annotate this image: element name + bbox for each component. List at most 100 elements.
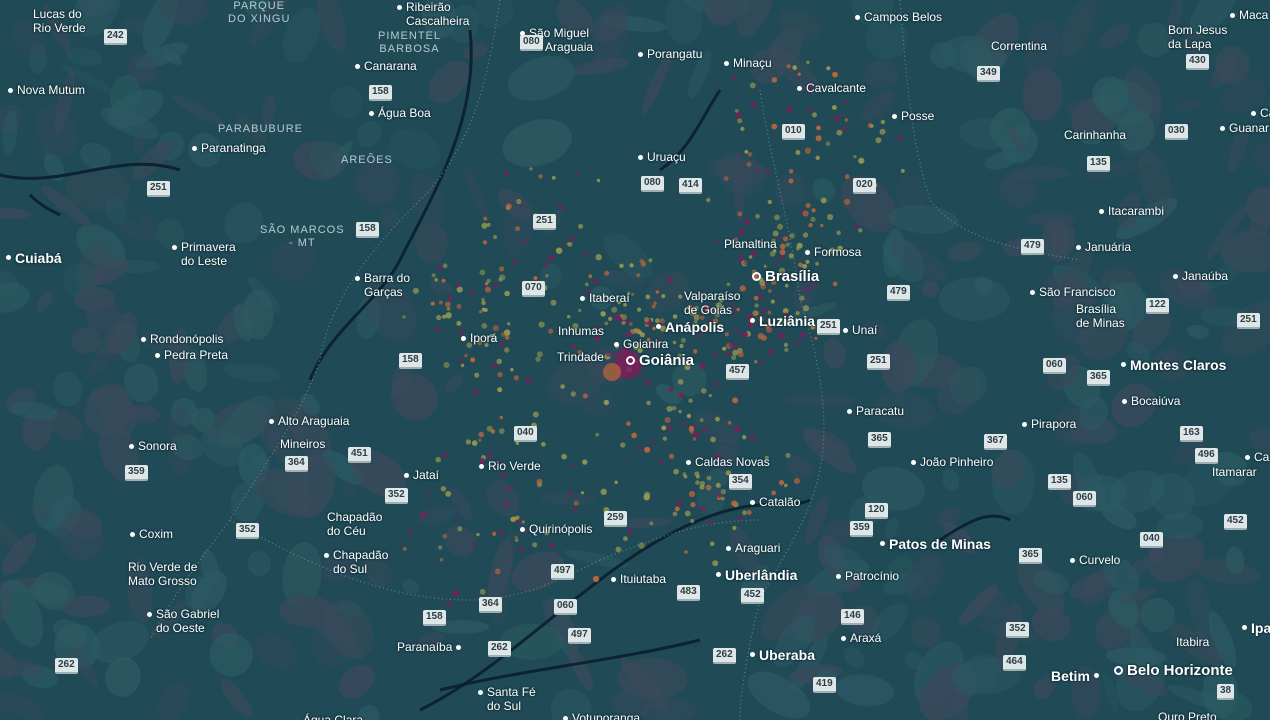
city-label[interactable]: Santa Fé do Sul — [478, 685, 536, 713]
road-shield: 38 — [1217, 684, 1235, 700]
city-label[interactable]: Betim — [1051, 668, 1099, 684]
city-label[interactable]: Campos Belos — [855, 10, 942, 24]
city-label[interactable]: Itabira — [1176, 635, 1209, 649]
city-label[interactable]: Itamarar — [1212, 465, 1257, 479]
city-label[interactable]: Trindade — [557, 350, 604, 364]
city-label[interactable]: Porangatu — [638, 47, 702, 61]
road-shield: 259 — [604, 511, 627, 527]
city-label[interactable]: Ituiutaba — [611, 572, 666, 586]
heatmap-point — [440, 486, 447, 492]
city-label[interactable]: Rondonópolis — [141, 332, 223, 346]
city-label[interactable]: Maca — [1230, 8, 1268, 22]
city-label[interactable]: Votuporanga — [563, 711, 640, 720]
city-label[interactable]: Goiânia — [626, 352, 694, 369]
heatmap-point — [807, 108, 812, 113]
city-marker-icon — [479, 464, 484, 469]
heatmap-point — [672, 511, 678, 517]
heatmap-point — [771, 77, 778, 83]
city-label[interactable]: Araxá — [841, 631, 881, 645]
city-label[interactable]: Itaberaí — [580, 291, 630, 305]
heatmap-point — [426, 494, 431, 498]
city-label[interactable]: Araguari — [726, 541, 780, 555]
city-label[interactable]: Coxim — [130, 527, 173, 541]
city-label[interactable]: Nova Mutum — [8, 83, 85, 97]
city-label[interactable]: Carinhanha — [1064, 128, 1126, 142]
map-canvas[interactable]: Lucas do Rio Verde Ribeirão Cascalheira Sã… — [0, 0, 1270, 720]
heatmap-point — [727, 420, 732, 425]
city-label[interactable]: Bocaiúva — [1122, 394, 1180, 408]
city-label[interactable]: Unaí — [843, 323, 877, 337]
city-label[interactable]: Cuiabá — [6, 250, 62, 266]
city-label[interactable]: Bom Jesus da Lapa — [1168, 23, 1227, 51]
city-label[interactable]: Correntina — [991, 39, 1047, 53]
city-label[interactable]: Ouro Preto — [1158, 710, 1217, 720]
city-label[interactable]: Planaltina — [724, 237, 777, 251]
city-label[interactable]: Pirapora — [1022, 417, 1076, 431]
city-label[interactable]: Brasília de Minas — [1076, 302, 1125, 330]
city-label[interactable]: Mineiros — [280, 437, 325, 451]
city-label[interactable]: Caldas Novas — [686, 455, 770, 469]
city-label[interactable]: Cavalcante — [797, 81, 866, 95]
heatmap-point — [600, 311, 606, 317]
city-label[interactable]: Ribeirão Cascalheira — [397, 0, 469, 28]
city-label[interactable]: Montes Claros — [1121, 357, 1226, 373]
city-label[interactable]: Valparaíso de Goiás — [684, 289, 740, 317]
city-label[interactable]: Janaúba — [1173, 269, 1228, 283]
heatmap-hotspot — [603, 363, 621, 381]
city-label[interactable]: Paranaíba — [397, 640, 462, 654]
city-label[interactable]: Anápolis — [656, 319, 724, 335]
city-label[interactable]: Água Clara — [303, 713, 363, 720]
city-label[interactable]: Uberaba — [750, 647, 815, 663]
city-label[interactable]: Catalão — [750, 495, 800, 509]
city-label[interactable]: Quirinópolis — [520, 522, 592, 536]
city-marker-icon — [686, 460, 691, 465]
city-name: Patos de Minas — [889, 536, 991, 552]
city-label[interactable]: Ca — [1245, 450, 1269, 464]
city-label[interactable]: Ca — [1251, 106, 1270, 120]
heatmap-point — [666, 405, 673, 412]
city-label[interactable]: Jataí — [404, 468, 439, 482]
city-name: Uberaba — [759, 647, 816, 663]
city-label[interactable]: Chapadão do Céu — [327, 510, 382, 538]
city-label[interactable]: Alto Araguaia — [269, 414, 349, 428]
city-label[interactable]: Sonora — [129, 439, 177, 453]
city-marker-icon — [892, 114, 897, 119]
heatmap-point — [784, 347, 789, 352]
city-label[interactable]: Rio Verde — [479, 459, 541, 473]
city-label[interactable]: Itacarambi — [1099, 204, 1164, 218]
heatmap-point — [744, 219, 750, 226]
city-label[interactable]: São Gabriel do Oeste — [147, 607, 219, 635]
city-label[interactable]: Januária — [1076, 240, 1131, 254]
city-label[interactable]: Posse — [892, 109, 934, 123]
city-label[interactable]: Curvelo — [1070, 553, 1120, 567]
city-label[interactable]: Guanar — [1220, 121, 1269, 135]
city-label[interactable]: Iporá — [461, 331, 497, 345]
city-label[interactable]: Brasília — [752, 268, 819, 285]
city-label[interactable]: Rio Verde de Mato Grosso — [128, 560, 197, 588]
city-label[interactable]: São Francisco — [1030, 285, 1116, 299]
city-label[interactable]: Barra do Garças — [355, 271, 410, 299]
heatmap-point — [678, 409, 682, 414]
city-label[interactable]: Chapadão do Sul — [324, 548, 388, 576]
city-label[interactable]: Lucas do Rio Verde — [33, 7, 86, 35]
city-label[interactable]: João Pinheiro — [911, 455, 993, 469]
city-label[interactable]: Ipa — [1242, 620, 1270, 636]
city-label[interactable]: Canarana — [355, 59, 417, 73]
city-label[interactable]: Patrocínio — [836, 569, 899, 583]
city-label[interactable]: Paracatu — [847, 404, 904, 418]
city-label[interactable]: Formosa — [805, 245, 861, 259]
city-label[interactable]: Primavera do Leste — [172, 240, 236, 268]
city-label[interactable]: Belo Horizonte — [1114, 662, 1233, 679]
city-label[interactable]: Paranatinga — [192, 141, 266, 155]
heatmap-point — [649, 521, 654, 526]
city-label[interactable]: Minaçu — [724, 56, 772, 70]
city-label[interactable]: Água Boa — [369, 106, 431, 120]
heatmap-point — [804, 147, 812, 154]
city-label[interactable]: Pedra Preta — [155, 348, 228, 362]
city-label[interactable]: Patos de Minas — [880, 536, 991, 552]
city-label[interactable]: Inhumas — [558, 324, 604, 338]
city-label[interactable]: Uruaçu — [638, 150, 686, 164]
city-label[interactable]: Goianira — [614, 337, 668, 351]
city-label[interactable]: Luziânia — [750, 313, 815, 329]
city-label[interactable]: Uberlândia — [716, 567, 797, 583]
